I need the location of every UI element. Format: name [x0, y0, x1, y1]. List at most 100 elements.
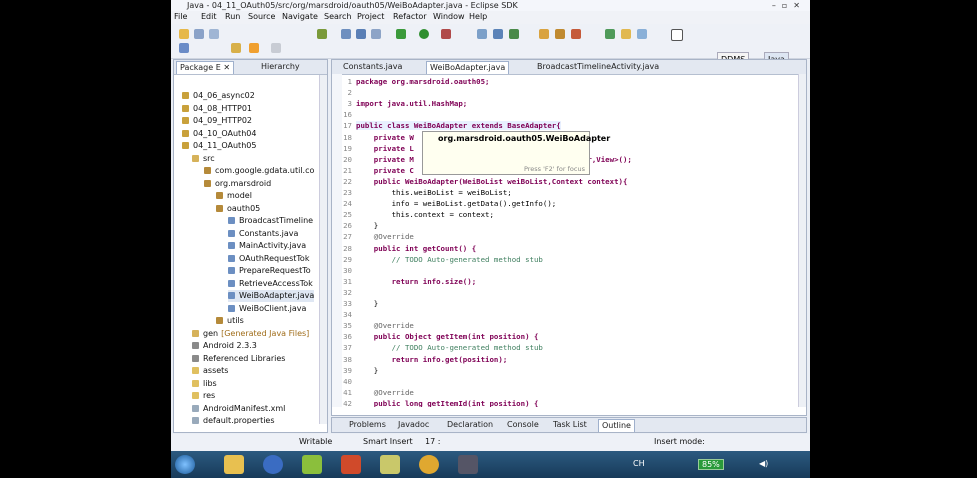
tab-javadoc[interactable]: Javadoc	[395, 419, 432, 431]
open-task-icon[interactable]	[539, 29, 549, 39]
browser-app-icon[interactable]	[263, 455, 283, 474]
tree-item[interactable]: Constants.java	[228, 228, 298, 240]
code-line[interactable]: import java.util.HashMap;	[356, 99, 467, 108]
android-sdk-icon[interactable]	[317, 29, 327, 39]
volume-icon[interactable]: ◀)	[759, 459, 768, 468]
tab-broadcasttimeline[interactable]: BroadcastTimelineActivity.java	[534, 61, 662, 73]
pin-icon[interactable]	[605, 29, 615, 39]
code-line[interactable]: @Override	[356, 388, 414, 397]
tree-item[interactable]: res	[192, 390, 215, 402]
tree-item[interactable]: org.marsdroid	[204, 178, 271, 190]
code-line[interactable]: public class WeiBoAdapter extends BaseAd…	[356, 121, 561, 131]
tab-task-list[interactable]: Task List	[550, 419, 590, 431]
tree-item[interactable]: Android 2.3.3	[192, 340, 257, 352]
code-line[interactable]: // TODO Auto-generated method stub	[356, 255, 543, 264]
close-icon[interactable]: ✕	[223, 63, 230, 72]
window-controls[interactable]: –▫✕	[772, 0, 806, 11]
save-icon[interactable]	[194, 29, 204, 39]
code-line[interactable]: public Object getItem(int position) {	[356, 332, 539, 341]
open-perspective-icon[interactable]	[671, 29, 683, 41]
tree-item[interactable]: utils	[216, 315, 244, 327]
tree-item[interactable]: gen [Generated Java Files]	[192, 328, 309, 340]
code-line[interactable]: }	[356, 366, 378, 375]
tree-item[interactable]: Referenced Libraries	[192, 353, 285, 365]
code-line[interactable]: this.weiBoList = weiBoList;	[356, 188, 512, 197]
code-area[interactable]: 1 package org.marsdroid.oauth05; 2 3 import …	[332, 74, 796, 407]
tab-weiboadapter[interactable]: WeiBoAdapter.java	[426, 61, 510, 74]
pen-icon[interactable]	[571, 29, 581, 39]
battery-indicator[interactable]: 85%	[698, 459, 724, 470]
new-interface-icon[interactable]	[509, 29, 519, 39]
code-line[interactable]: private W	[356, 133, 414, 142]
explorer-app-icon[interactable]	[224, 455, 244, 474]
forward-icon[interactable]	[271, 43, 281, 53]
code-line[interactable]: return info.size();	[356, 277, 477, 286]
highlight-icon[interactable]	[621, 29, 631, 39]
tab-problems[interactable]: Problems	[346, 419, 389, 431]
new-icon[interactable]	[179, 29, 189, 39]
code-line[interactable]: private L	[356, 144, 414, 153]
tab-console[interactable]: Console	[504, 419, 542, 431]
code-line[interactable]: @Override	[356, 321, 414, 330]
code-line[interactable]: package org.marsdroid.oauth05;	[356, 77, 490, 86]
code-line[interactable]: }	[356, 221, 378, 230]
search-icon[interactable]	[371, 29, 381, 39]
new-package-icon[interactable]	[493, 29, 503, 39]
tree-item[interactable]: model	[216, 190, 252, 202]
menu-help[interactable]: Help	[469, 12, 487, 21]
tree-item[interactable]: WeiBoClient.java	[228, 303, 306, 315]
tree-item[interactable]: BroadcastTimeline	[228, 215, 313, 227]
tree-item[interactable]: AndroidManifest.xml	[192, 403, 285, 415]
tab-outline[interactable]: Outline	[598, 419, 635, 432]
tree-item[interactable]: 04_06_async02	[182, 90, 255, 102]
menu-file[interactable]: File	[174, 12, 187, 21]
code-line[interactable]: info = weiBoList.getData().getInfo();	[356, 199, 557, 208]
explorer-scrollbar[interactable]	[319, 75, 327, 424]
tab-declaration[interactable]: Declaration	[444, 419, 496, 431]
menu-source[interactable]: Source	[248, 12, 275, 21]
run-icon[interactable]	[419, 29, 429, 39]
tab-constants[interactable]: Constants.java	[340, 61, 405, 73]
code-line[interactable]: public long getItemId(int position) {	[356, 399, 539, 407]
open-type-icon[interactable]	[341, 29, 351, 39]
language-indicator[interactable]: CH	[633, 459, 645, 468]
menu-run[interactable]: Run	[225, 12, 240, 21]
code-line[interactable]: }	[356, 299, 378, 308]
external-tools-icon[interactable]	[441, 29, 451, 39]
tree-item[interactable]: assets	[192, 365, 228, 377]
start-icon[interactable]	[175, 455, 195, 474]
annotation-icon[interactable]	[231, 43, 241, 53]
new-class-icon[interactable]	[477, 29, 487, 39]
code-line[interactable]: this.context = context;	[356, 210, 494, 219]
menu-navigate[interactable]: Navigate	[282, 12, 318, 21]
tree-item[interactable]: MainActivity.java	[228, 240, 306, 252]
tree-item[interactable]: libs	[192, 378, 217, 390]
tree-item[interactable]: oauth05	[216, 203, 260, 215]
tree-item[interactable]: 04_10_OAuth04	[182, 128, 256, 140]
tree-item[interactable]: 04_09_HTTP02	[182, 115, 252, 127]
code-line[interactable]: // TODO Auto-generated method stub	[356, 343, 543, 352]
tab-hierarchy[interactable]: Hierarchy	[258, 61, 303, 73]
android-app-icon[interactable]	[302, 455, 322, 474]
menu-edit[interactable]: Edit	[201, 12, 217, 21]
code-line[interactable]: @Override	[356, 232, 414, 241]
menu-window[interactable]: Window	[433, 12, 465, 21]
tree-item[interactable]: WeiBoAdapter.java	[228, 290, 315, 302]
back-icon[interactable]	[249, 43, 259, 53]
debug-icon[interactable]	[396, 29, 406, 39]
ime-app-icon[interactable]	[419, 455, 439, 474]
recorder-app-icon[interactable]	[341, 455, 361, 474]
menu-project[interactable]: Project	[357, 12, 384, 21]
notes-app-icon[interactable]	[380, 455, 400, 474]
tree-item[interactable]: PrepareRequestTo	[228, 265, 311, 277]
menu-refactor[interactable]: Refactor	[393, 12, 427, 21]
code-line[interactable]: return info.get(position);	[356, 355, 508, 364]
tree-item[interactable]: 04_11_OAuth05	[182, 140, 256, 152]
tree-item[interactable]: default.properties	[192, 415, 275, 424]
tree-item[interactable]: 04_08_HTTP01	[182, 103, 252, 115]
code-line[interactable]: public WeiBoAdapter(WeiBoList weiBoList,…	[356, 177, 628, 186]
tab-package-explorer[interactable]: Package E ✕	[176, 61, 235, 74]
toggle-mark-icon[interactable]	[555, 29, 565, 39]
tree-item[interactable]: src	[192, 153, 215, 165]
build-icon[interactable]	[179, 43, 189, 53]
